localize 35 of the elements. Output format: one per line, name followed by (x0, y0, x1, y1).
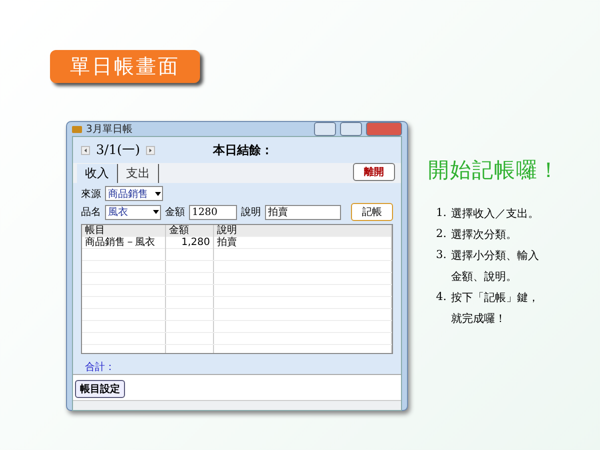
maximize-button[interactable] (340, 122, 362, 136)
dropdown-arrow-icon (154, 190, 162, 198)
total-label: 合計： (85, 360, 116, 374)
source-dropdown[interactable]: 商品銷售 (105, 186, 163, 201)
exit-button[interactable]: 離開 (353, 163, 395, 181)
amount-field[interactable]: 1280 (189, 204, 237, 220)
date-label: 3/1(一) (96, 142, 140, 159)
step-number: 1. (436, 206, 448, 221)
next-day-button[interactable] (146, 146, 156, 154)
note-label: 說明 (241, 206, 261, 219)
dropdown-arrow-icon (152, 208, 160, 216)
tab[interactable]: 支出 (118, 164, 159, 183)
note-field[interactable]: 拍賣 (265, 204, 341, 220)
step-number: 2. (436, 227, 448, 242)
account-settings-button[interactable]: 帳目設定 (75, 380, 125, 398)
steps-title: 開始記帳囉！ (428, 157, 560, 184)
step-text: 金額、說明。 (451, 269, 518, 284)
item-label: 品名 (81, 206, 101, 219)
slide-title: 單日帳畫面 (50, 50, 200, 83)
record-button[interactable]: 記帳 (351, 203, 393, 221)
step-text: 就完成囉！ (451, 311, 507, 326)
step-text: 按下「記帳」鍵， (451, 290, 539, 305)
source-label: 來源 (81, 188, 101, 200)
step-number: 3. (436, 248, 448, 263)
step-text: 選擇收入／支出。 (451, 206, 539, 221)
window-title: 3月單日帳 (86, 123, 134, 136)
previous-day-button[interactable] (81, 146, 90, 154)
step-text: 選擇次分類。 (451, 227, 517, 242)
tab[interactable]: 收入 (77, 164, 118, 183)
minimize-button[interactable] (314, 122, 336, 136)
item-dropdown[interactable]: 風衣 (105, 204, 161, 220)
amount-label: 金額 (165, 206, 185, 219)
balance-label: 本日結餘： (213, 142, 274, 158)
step-number: 4. (436, 290, 448, 305)
step-text: 選擇小分類、輸入 (451, 248, 539, 263)
